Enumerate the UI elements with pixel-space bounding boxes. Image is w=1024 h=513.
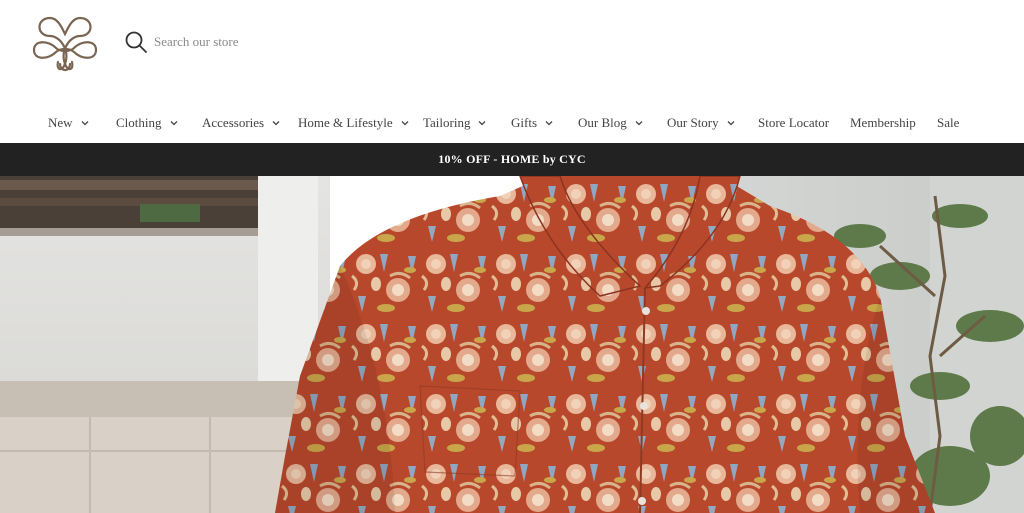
nav-item-label: Sale bbox=[937, 115, 960, 130]
nav-item-our-blog[interactable]: Our Blog bbox=[578, 110, 644, 136]
chevron-down-icon bbox=[401, 121, 409, 126]
search-input[interactable] bbox=[154, 30, 394, 54]
promo-text: 10% OFF - HOME by CYC bbox=[438, 152, 586, 166]
promo-banner[interactable]: 10% OFF - HOME by CYC bbox=[0, 143, 1024, 176]
nav-item-label: Our Blog bbox=[578, 115, 627, 130]
chevron-down-icon bbox=[81, 121, 89, 126]
chevron-down-icon bbox=[272, 121, 280, 126]
chevron-down-icon bbox=[170, 121, 177, 126]
nav-item-label: New bbox=[48, 115, 73, 130]
nav-item-home-lifestyle[interactable]: Home & Lifestyle bbox=[298, 110, 410, 136]
nav-item-label: Tailoring bbox=[423, 115, 471, 130]
nav-item-label: Accessories bbox=[202, 115, 265, 130]
chevron-down-icon bbox=[545, 121, 553, 126]
chevron-down-icon bbox=[727, 121, 735, 126]
nav-item-label: Clothing bbox=[116, 115, 162, 130]
nav-item-label: Store Locator bbox=[758, 115, 830, 130]
nav-item-label: Membership bbox=[850, 115, 916, 130]
nav-item-label: Gifts bbox=[511, 115, 537, 130]
nav-item-membership[interactable]: Membership bbox=[850, 110, 916, 136]
nav-item-sale[interactable]: Sale bbox=[937, 110, 959, 136]
main-navigation: New Clothing Accessories Home & Lifestyl… bbox=[0, 110, 1024, 136]
chevron-down-icon bbox=[635, 121, 643, 126]
chevron-down-icon bbox=[479, 121, 486, 126]
nav-item-label: Home & Lifestyle bbox=[298, 115, 393, 130]
nav-item-accessories[interactable]: Accessories bbox=[202, 110, 281, 136]
nav-item-our-story[interactable]: Our Story bbox=[667, 110, 736, 136]
nav-item-store-locator[interactable]: Store Locator bbox=[758, 110, 829, 136]
brand-logo[interactable] bbox=[30, 12, 100, 74]
nav-item-label: Our Story bbox=[667, 115, 719, 130]
hero-photo-shirt bbox=[0, 176, 1024, 513]
hero-image[interactable] bbox=[0, 176, 1024, 513]
nav-item-clothing[interactable]: Clothing bbox=[116, 110, 179, 136]
nav-item-gifts[interactable]: Gifts bbox=[511, 110, 554, 136]
search-icon[interactable] bbox=[124, 30, 148, 54]
site-header: New Clothing Accessories Home & Lifestyl… bbox=[0, 0, 1024, 143]
nav-item-tailoring[interactable]: Tailoring bbox=[423, 110, 487, 136]
nav-item-new[interactable]: New bbox=[48, 110, 90, 136]
